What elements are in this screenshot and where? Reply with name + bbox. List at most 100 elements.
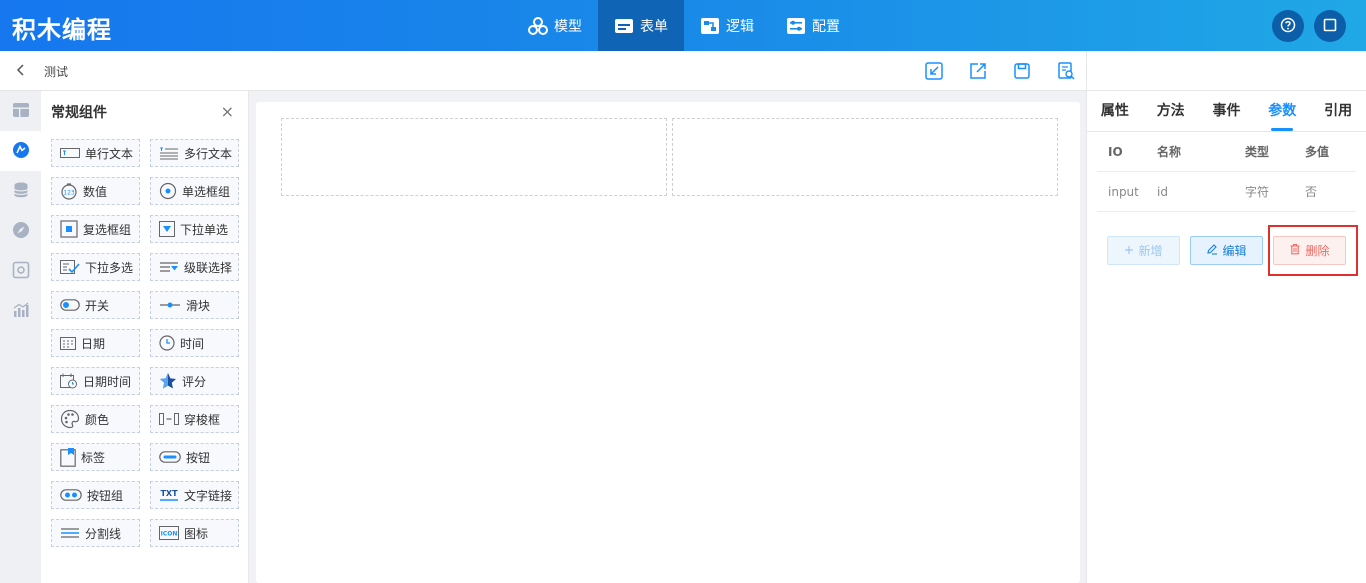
sub-toolbar: 测试 xyxy=(0,51,1086,91)
import-icon[interactable] xyxy=(924,61,944,81)
tab-references[interactable]: 引用 xyxy=(1310,91,1366,131)
component-palette: 常规组件 × 单行文本 多行文本 123 数值 单选框组 复选框组 下拉单选 下… xyxy=(41,91,249,583)
database-icon xyxy=(13,181,29,202)
time-icon xyxy=(159,335,175,351)
component-button[interactable]: 按钮 xyxy=(150,443,239,471)
tab-methods[interactable]: 方法 xyxy=(1143,91,1199,131)
component-rating[interactable]: 评分 xyxy=(150,367,239,395)
cascader-icon xyxy=(159,260,179,274)
component-label: 颜色 xyxy=(85,412,110,427)
drop-slot-right[interactable] xyxy=(672,118,1058,196)
header-name: 名称 xyxy=(1157,145,1182,159)
tab-properties[interactable]: 属性 xyxy=(1087,91,1143,131)
panel-tabs: 属性 方法 事件 参数 引用 xyxy=(1087,91,1366,132)
left-rail xyxy=(0,91,41,583)
component-label: 多行文本 xyxy=(184,146,233,161)
component-number[interactable]: 123 数值 xyxy=(51,177,140,205)
component-dropdown-multi[interactable]: 下拉多选 xyxy=(51,253,140,281)
rail-compass[interactable] xyxy=(0,211,41,251)
rail-charts[interactable] xyxy=(0,291,41,331)
date-icon xyxy=(60,336,76,350)
header-type: 类型 xyxy=(1245,145,1270,159)
logic-icon xyxy=(700,17,720,35)
component-text-link[interactable]: TXT 文字链接 xyxy=(150,481,239,509)
dropdown-single-icon xyxy=(159,221,175,237)
component-dropdown-single[interactable]: 下拉单选 xyxy=(150,215,239,243)
component-date[interactable]: 日期 xyxy=(51,329,140,357)
cubes-icon xyxy=(528,16,548,35)
save-icon[interactable] xyxy=(1012,61,1032,81)
tab-params[interactable]: 参数 xyxy=(1254,91,1310,131)
tab-events[interactable]: 事件 xyxy=(1199,91,1255,131)
component-label: 滑块 xyxy=(186,298,211,313)
transfer-icon xyxy=(159,412,179,426)
preview-icon[interactable] xyxy=(1056,61,1076,81)
edit-icon xyxy=(1206,243,1218,258)
component-switch[interactable]: 开关 xyxy=(51,291,140,319)
rail-components[interactable] xyxy=(0,131,41,171)
component-label: 日期 xyxy=(81,336,106,351)
rail-layout[interactable] xyxy=(0,91,41,131)
form-canvas[interactable] xyxy=(256,102,1080,583)
component-color[interactable]: 颜色 xyxy=(51,405,140,433)
rail-database[interactable] xyxy=(0,171,41,211)
icon-component-icon: ICON xyxy=(159,526,179,540)
window-button[interactable] xyxy=(1314,10,1346,42)
config-icon xyxy=(786,17,806,35)
rail-settings[interactable] xyxy=(0,251,41,291)
help-button[interactable] xyxy=(1272,10,1304,42)
component-datetime[interactable]: 日期时间 xyxy=(51,367,140,395)
svg-text:123: 123 xyxy=(63,190,75,197)
export-icon[interactable] xyxy=(968,61,988,81)
component-checkbox-group[interactable]: 复选框组 xyxy=(51,215,140,243)
drop-slot-left[interactable] xyxy=(281,118,667,196)
close-icon[interactable]: × xyxy=(221,104,234,120)
chart-icon xyxy=(12,301,30,321)
component-single-line-text[interactable]: 单行文本 xyxy=(51,139,140,167)
help-icon xyxy=(1280,17,1296,36)
component-slider[interactable]: 滑块 xyxy=(150,291,239,319)
form-icon xyxy=(614,18,634,34)
add-param-button[interactable]: 新增 xyxy=(1107,236,1180,265)
svg-text:ICON: ICON xyxy=(161,531,178,538)
settings-box-icon xyxy=(12,261,30,282)
nav-logic[interactable]: 逻辑 xyxy=(684,0,770,51)
nav-form[interactable]: 表单 xyxy=(598,0,684,51)
layout-icon xyxy=(12,102,30,121)
component-label: 开关 xyxy=(85,298,110,313)
component-cascader[interactable]: 级联选择 xyxy=(150,253,239,281)
nav-config-label: 配置 xyxy=(812,18,840,35)
nav-logic-label: 逻辑 xyxy=(726,18,754,35)
component-time[interactable]: 时间 xyxy=(150,329,239,357)
component-label: 级联选择 xyxy=(184,260,233,275)
component-button-group[interactable]: 按钮组 xyxy=(51,481,140,509)
cell-io: input xyxy=(1108,184,1139,199)
main-nav: 模型 表单 逻辑 配置 xyxy=(512,0,856,51)
header-multi: 多值 xyxy=(1305,145,1330,159)
single-line-text-icon xyxy=(60,146,80,160)
component-label: 标签 xyxy=(81,450,106,465)
radio-group-icon xyxy=(159,182,177,200)
back-arrow-icon[interactable] xyxy=(14,63,28,80)
component-label: 时间 xyxy=(180,336,205,351)
component-label: 下拉单选 xyxy=(180,222,229,237)
component-multi-line-text[interactable]: 多行文本 xyxy=(150,139,239,167)
component-label: 评分 xyxy=(182,374,207,389)
component-tag[interactable]: 标签 xyxy=(51,443,140,471)
component-radio-group[interactable]: 单选框组 xyxy=(150,177,239,205)
component-label: 复选框组 xyxy=(83,222,132,237)
component-transfer[interactable]: 穿梭框 xyxy=(150,405,239,433)
nav-model[interactable]: 模型 xyxy=(512,0,598,51)
edit-param-button[interactable]: 编辑 xyxy=(1190,236,1263,265)
toolbar-tools xyxy=(924,61,1076,81)
window-icon xyxy=(1323,18,1337,35)
component-divider[interactable]: 分割线 xyxy=(51,519,140,547)
table-row[interactable]: input id 字符 否 xyxy=(1097,172,1356,212)
component-icon[interactable]: ICON 图标 xyxy=(150,519,239,547)
component-label: 分割线 xyxy=(85,526,122,541)
nav-config[interactable]: 配置 xyxy=(770,0,856,51)
plus-icon xyxy=(1124,244,1134,258)
component-label: 单选框组 xyxy=(182,184,231,199)
component-label: 下拉多选 xyxy=(85,260,134,275)
component-label: 日期时间 xyxy=(83,374,132,389)
